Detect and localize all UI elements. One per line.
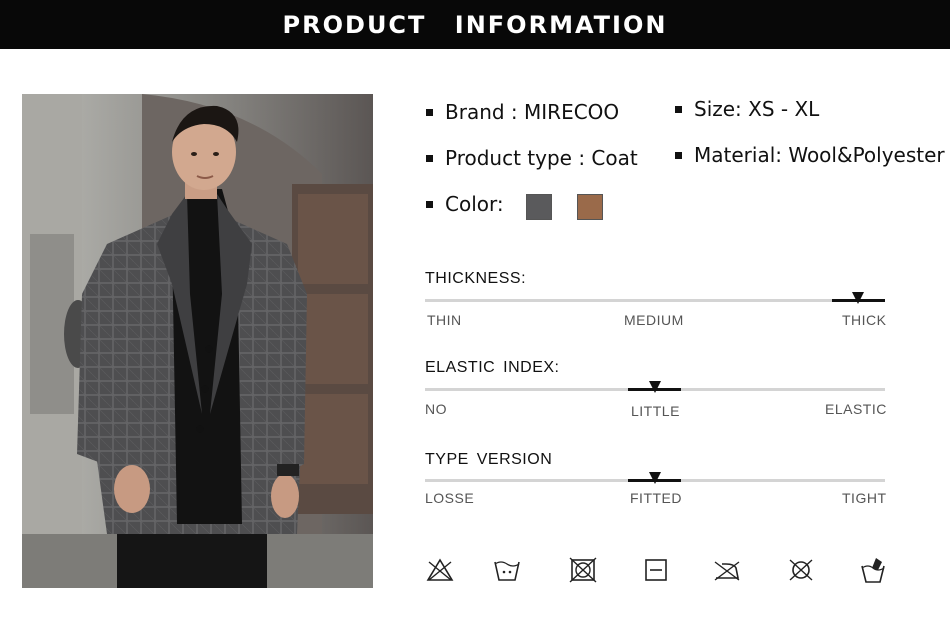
bullet-icon xyxy=(675,105,682,113)
thickness-pointer-icon xyxy=(852,292,864,304)
do-not-dry-clean-icon xyxy=(786,556,816,584)
brand-text: Brand : MIRECOO xyxy=(445,100,620,124)
hand-wash-icon xyxy=(492,556,522,584)
do-not-bleach-icon xyxy=(425,556,455,584)
thickness-label-thick: THICK xyxy=(842,312,887,328)
product-type-spec: Product type : Coat xyxy=(426,146,638,170)
thickness-label-medium: MEDIUM xyxy=(624,312,684,328)
type-version-label-tight: TIGHT xyxy=(842,490,887,506)
brand-spec: Brand : MIRECOO xyxy=(426,100,619,124)
page-title: PRODUCT INFORMATION xyxy=(282,10,668,39)
type-version-pointer-icon xyxy=(649,472,661,484)
color-label: Color: xyxy=(445,192,504,216)
size-text: Size: XS - XL xyxy=(694,97,820,121)
product-type-text: Product type : Coat xyxy=(445,146,638,170)
elastic-label-little: LITTLE xyxy=(631,403,680,419)
type-version-title: TYPE VERSION xyxy=(425,451,553,468)
do-not-iron-icon xyxy=(712,556,742,584)
bullet-icon xyxy=(426,154,433,162)
elastic-title: ELASTIC INDEX: xyxy=(425,359,560,376)
bullet-icon xyxy=(426,108,433,116)
color-swatch-brown[interactable] xyxy=(577,194,603,220)
color-spec: Color: xyxy=(426,192,504,216)
material-spec: Material: Wool&Polyester xyxy=(675,143,945,167)
thickness-track xyxy=(425,299,885,302)
thickness-title: THICKNESS: xyxy=(425,270,527,287)
color-swatch-grey[interactable] xyxy=(526,194,552,220)
thickness-label-thin: THIN xyxy=(427,312,462,328)
bullet-icon xyxy=(426,200,433,208)
do-not-tumble-dry-icon xyxy=(568,556,598,584)
type-version-label-fitted: FITTED xyxy=(630,490,682,506)
bullet-icon xyxy=(675,151,682,159)
size-spec: Size: XS - XL xyxy=(675,97,819,121)
elastic-label-elastic: ELASTIC xyxy=(825,401,887,417)
elastic-pointer-icon xyxy=(649,381,661,393)
elastic-label-no: NO xyxy=(425,401,447,417)
product-photo xyxy=(22,94,373,588)
header-bar: PRODUCT INFORMATION xyxy=(0,0,950,49)
hand-wash-only-icon xyxy=(858,556,888,584)
dry-flat-icon xyxy=(641,556,671,584)
type-version-label-losse: LOSSE xyxy=(425,490,475,506)
material-text: Material: Wool&Polyester xyxy=(694,143,945,167)
